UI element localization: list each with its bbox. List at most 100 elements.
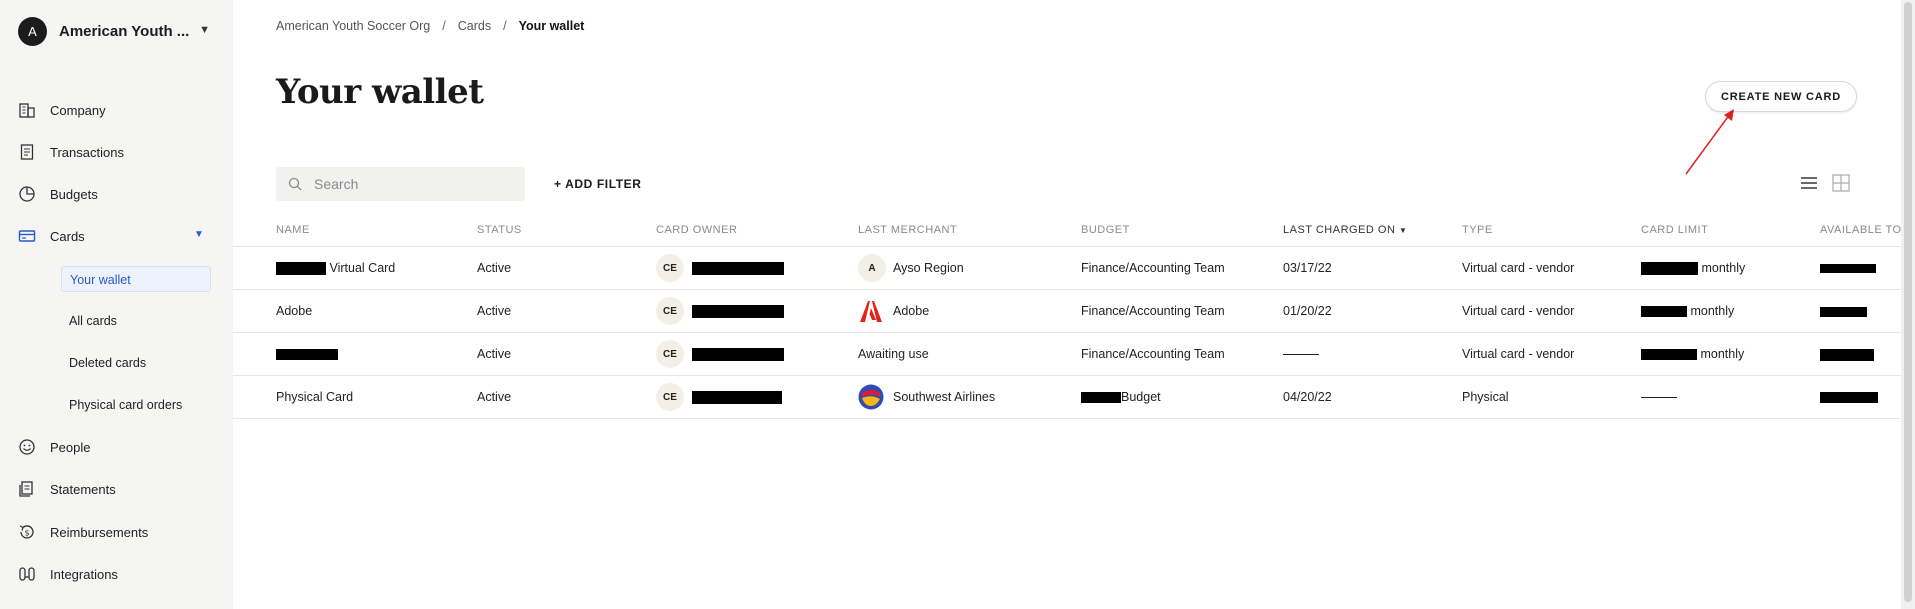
card-name: Physical Card	[276, 390, 354, 404]
card-type: Virtual card - vendor	[1462, 347, 1575, 361]
card-limit: monthly	[1641, 261, 1745, 276]
available-amount	[1820, 347, 1874, 361]
chevron-down-icon[interactable]: ▼	[194, 229, 204, 240]
available-amount	[1820, 304, 1867, 318]
budget-name[interactable]: Budget	[1081, 390, 1161, 404]
card-name: Virtual Card	[276, 261, 396, 276]
sidebar-subitem-deleted-cards[interactable]: Deleted cards	[61, 350, 211, 376]
empty-value-dash	[1283, 354, 1319, 356]
breadcrumb-separator: /	[442, 19, 446, 33]
limit-period: monthly	[1690, 304, 1735, 318]
column-header-available-to[interactable]: AVAILABLE TO	[1820, 224, 1902, 236]
sidebar-item-budgets[interactable]: Budgets	[0, 176, 233, 212]
sidebar-item-label: People	[50, 440, 91, 455]
sidebar-item-cards[interactable]: Cards ▼	[0, 218, 233, 254]
svg-text:$: $	[24, 529, 29, 538]
document-stack-icon	[19, 481, 33, 497]
card-status: Active	[477, 390, 512, 404]
sidebar-item-label: Reimbursements	[50, 525, 149, 540]
owner-name	[692, 390, 782, 405]
redacted-block	[1081, 392, 1121, 404]
redacted-block	[1641, 306, 1687, 318]
table-row[interactable]: Physical Card Active CE Southwest Airlin…	[233, 376, 1915, 419]
card-name	[276, 347, 338, 361]
card-limit: monthly	[1641, 347, 1744, 361]
last-charged-date: 03/17/22	[1283, 261, 1332, 275]
column-header-budget[interactable]: BUDGET	[1081, 224, 1130, 236]
budget-name[interactable]: Finance/Accounting Team	[1081, 347, 1225, 361]
scrollbar-thumb[interactable]	[1904, 2, 1912, 602]
column-header-name[interactable]: NAME	[276, 224, 310, 236]
card-status: Active	[477, 304, 512, 318]
org-avatar: A	[18, 16, 47, 46]
merchant-name: Ayso Region	[893, 261, 964, 275]
last-charged-date: 04/20/22	[1283, 390, 1332, 404]
page-title: Your wallet	[276, 72, 484, 112]
redacted-block	[276, 349, 338, 361]
breadcrumb-cards[interactable]: Cards	[458, 19, 491, 33]
building-icon	[19, 103, 35, 118]
redacted-block	[692, 391, 782, 405]
redacted-block	[1820, 348, 1874, 361]
credit-card-icon	[18, 230, 36, 242]
grid-view-icon[interactable]	[1832, 174, 1850, 192]
card-name-text: Virtual Card	[329, 261, 396, 275]
column-header-label: LAST CHARGED ON	[1283, 224, 1396, 236]
search-box[interactable]	[276, 167, 525, 201]
add-filter-button[interactable]: + ADD FILTER	[554, 177, 642, 191]
card-limit: monthly	[1641, 304, 1734, 318]
redacted-block	[692, 305, 784, 319]
column-header-card-owner[interactable]: CARD OWNER	[656, 224, 737, 236]
org-name: American Youth ...	[59, 22, 190, 40]
merchant-name: Awaiting use	[858, 347, 929, 361]
plug-icon	[19, 567, 35, 581]
list-view-icon[interactable]	[1800, 175, 1818, 191]
table-row[interactable]: Virtual Card Active CE A Ayso Region Fin…	[233, 247, 1915, 290]
sidebar-subitem-your-wallet[interactable]: Your wallet	[61, 266, 211, 292]
card-type: Physical	[1462, 390, 1509, 404]
column-header-status[interactable]: STATUS	[477, 224, 522, 236]
card-limit	[1641, 390, 1677, 404]
merchant-name: Adobe	[893, 304, 930, 318]
org-switcher[interactable]: A American Youth ... ▼	[18, 16, 214, 46]
vertical-scrollbar[interactable]	[1901, 0, 1915, 609]
column-header-card-limit[interactable]: CARD LIMIT	[1641, 224, 1708, 236]
sidebar-item-transactions[interactable]: Transactions	[0, 134, 233, 170]
sidebar-item-integrations[interactable]: Integrations	[0, 556, 233, 592]
sidebar-item-statements[interactable]: Statements	[0, 471, 233, 507]
owner-avatar: CE	[656, 383, 684, 411]
table-row[interactable]: Active CE Awaiting use Finance/Accountin…	[233, 333, 1915, 376]
last-charged-date	[1283, 347, 1319, 361]
owner-avatar: CE	[656, 254, 684, 282]
annotation-arrow	[1685, 109, 1734, 175]
redacted-block	[1820, 306, 1867, 317]
budget-name[interactable]: Finance/Accounting Team	[1081, 304, 1225, 318]
empty-value-dash	[1641, 397, 1677, 399]
table-row[interactable]: Adobe Active CE Adobe Finance/Accounting…	[233, 290, 1915, 333]
column-header-last-charged-on[interactable]: LAST CHARGED ON ▼	[1283, 224, 1407, 236]
sidebar-item-label: Budgets	[50, 187, 98, 202]
search-icon	[288, 177, 302, 191]
owner-name	[692, 261, 784, 276]
owner-name	[692, 347, 784, 362]
sort-desc-icon: ▼	[1399, 226, 1408, 235]
last-charged-date: 01/20/22	[1283, 304, 1332, 318]
sidebar-subitem-all-cards[interactable]: All cards	[61, 308, 211, 334]
sidebar-item-label: Cards	[50, 229, 85, 244]
sidebar-item-company[interactable]: Company	[0, 92, 233, 128]
sidebar-item-label: Transactions	[50, 145, 124, 160]
column-header-last-merchant[interactable]: LAST MERCHANT	[858, 224, 957, 236]
budget-name[interactable]: Finance/Accounting Team	[1081, 261, 1225, 275]
sidebar-lower: People Statements $ Reimbursements Integ…	[0, 425, 233, 609]
column-header-type[interactable]: TYPE	[1462, 224, 1493, 236]
redacted-block	[692, 348, 784, 362]
breadcrumb-org[interactable]: American Youth Soccer Org	[276, 19, 430, 33]
sidebar-subitem-physical-card-orders[interactable]: Physical card orders	[61, 392, 211, 418]
sidebar-item-people[interactable]: People	[0, 429, 233, 465]
card-type: Virtual card - vendor	[1462, 304, 1575, 318]
redacted-block	[1820, 264, 1876, 274]
card-status: Active	[477, 347, 512, 361]
sidebar-item-reimbursements[interactable]: $ Reimbursements	[0, 514, 233, 550]
search-input[interactable]	[314, 176, 514, 192]
card-type: Virtual card - vendor	[1462, 261, 1575, 275]
